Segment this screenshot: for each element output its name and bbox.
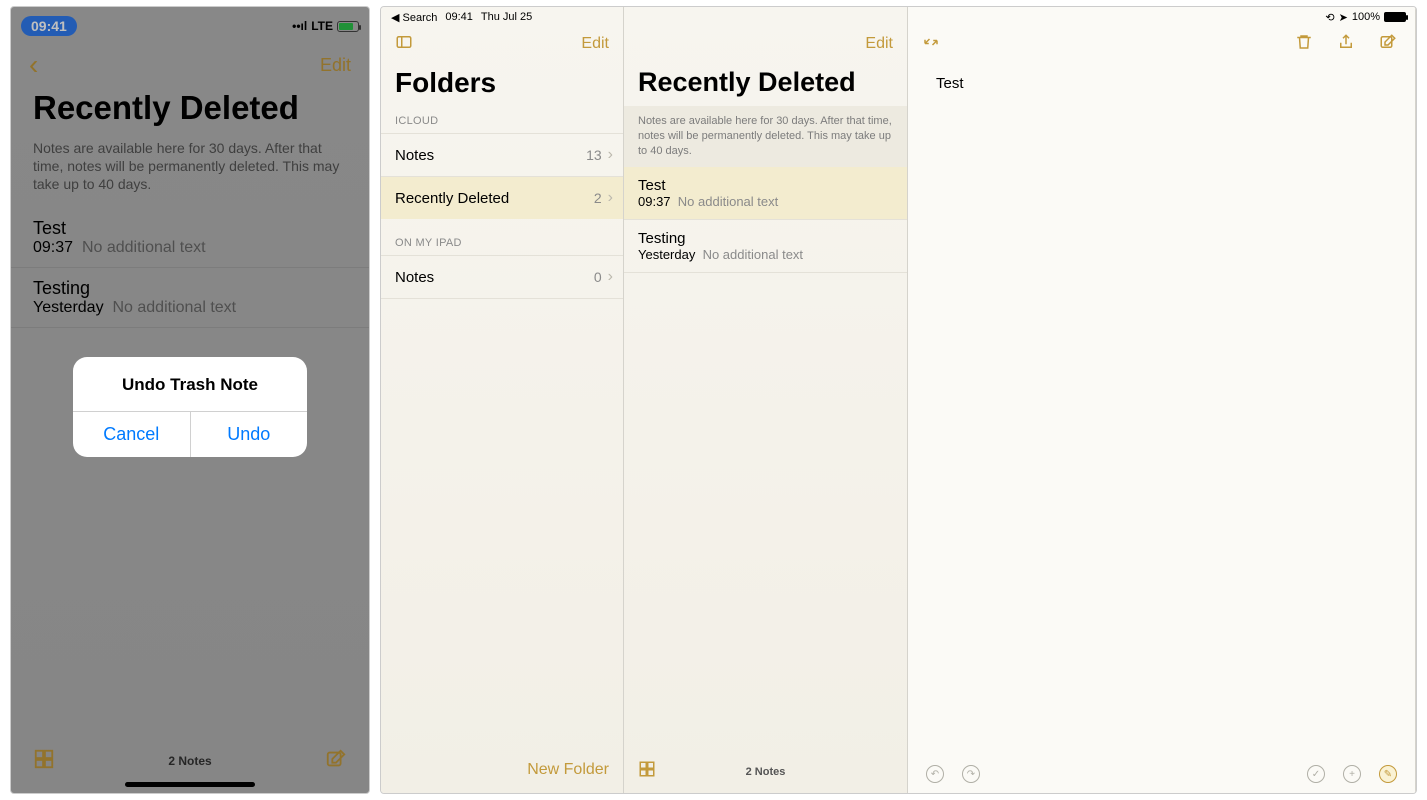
modal-title: Undo Trash Note <box>73 357 307 411</box>
note-row[interactable]: Test 09:37 No additional text <box>624 167 907 220</box>
page-title: Recently Deleted <box>11 83 369 139</box>
compose-icon[interactable] <box>325 748 347 775</box>
undo-circle-icon[interactable]: ↶ <box>926 765 944 783</box>
location-icon: ➤ <box>1339 11 1348 24</box>
cancel-button[interactable]: Cancel <box>73 412 191 457</box>
helper-text: Notes are available here for 30 days. Af… <box>11 139 369 208</box>
note-subtitle: 09:37 No additional text <box>33 239 347 257</box>
folder-count: 13 <box>586 147 602 163</box>
sync-icon: ⟲ <box>1325 11 1334 24</box>
share-icon[interactable] <box>1337 33 1355 56</box>
note-title: Test <box>638 177 893 194</box>
folder-row-notes[interactable]: Notes 13 › <box>381 133 623 176</box>
iphone-panel: 09:41 ••ıl LTE ‹ Edit Recently Deleted N… <box>10 6 370 794</box>
status-time: 09:41 <box>445 11 473 23</box>
chevron-right-icon: › <box>608 189 613 207</box>
chevron-right-icon: › <box>608 146 613 164</box>
detail-toolbar: ↶ ↷ ✓ + ✎ <box>908 755 1415 793</box>
note-item[interactable]: Testing Yesterday No additional text <box>11 268 369 328</box>
home-indicator <box>125 782 255 787</box>
back-chevron-icon[interactable]: ‹ <box>29 51 38 79</box>
new-folder-button[interactable]: New Folder <box>527 761 609 778</box>
undo-modal: Undo Trash Note Cancel Undo <box>73 357 307 457</box>
undo-button[interactable]: Undo <box>191 412 308 457</box>
expand-icon[interactable] <box>922 33 940 56</box>
note-row[interactable]: Testing Yesterday No additional text <box>624 220 907 273</box>
folder-name: Notes <box>395 269 434 286</box>
edit-button[interactable]: Edit <box>320 55 351 76</box>
folder-name: Recently Deleted <box>395 190 509 207</box>
signal-icon: ••ıl <box>292 19 307 33</box>
status-date: Thu Jul 25 <box>481 11 532 23</box>
folder-count: 0 <box>594 269 602 285</box>
section-label: ICLOUD <box>381 111 623 133</box>
note-title: Testing <box>638 230 893 247</box>
note-title: Testing <box>33 278 347 299</box>
markup-icon[interactable]: ✎ <box>1379 765 1397 783</box>
note-detail: Test ↶ ↷ ✓ + ✎ <box>908 7 1416 793</box>
ipad-panel: ◀ Search 09:41 Thu Jul 25 ⟲ ➤ 100% Edit … <box>380 6 1417 794</box>
list-edit-button[interactable]: Edit <box>865 35 893 53</box>
notes-list: Edit Recently Deleted Notes are availabl… <box>624 7 908 793</box>
phone-statusbar: 09:41 ••ıl LTE <box>11 7 369 41</box>
grid-view-icon[interactable] <box>638 760 656 783</box>
note-subtitle: Yesterday No additional text <box>33 299 347 317</box>
folders-sidebar: Edit Folders ICLOUD Notes 13 › Recently D… <box>381 7 624 793</box>
trash-icon[interactable] <box>1295 33 1313 56</box>
note-title: Test <box>33 218 347 239</box>
note-item[interactable]: Test 09:37 No additional text <box>11 208 369 268</box>
battery-icon <box>1384 12 1406 22</box>
note-count: 2 Notes <box>746 766 786 778</box>
time-pill: 09:41 <box>21 16 77 36</box>
back-to-search[interactable]: ◀ Search <box>391 11 437 24</box>
note-content[interactable]: Test <box>908 61 1415 106</box>
chevron-right-icon: › <box>608 268 613 286</box>
ipad-statusbar: ◀ Search 09:41 Thu Jul 25 ⟲ ➤ 100% <box>381 7 1416 27</box>
battery-percent: 100% <box>1352 11 1380 23</box>
add-circle-icon[interactable]: + <box>1343 765 1361 783</box>
note-count: 2 Notes <box>168 754 211 768</box>
network-label: LTE <box>311 19 333 33</box>
compose-icon[interactable] <box>1379 33 1397 56</box>
battery-icon <box>337 21 359 32</box>
checklist-icon[interactable]: ✓ <box>1307 765 1325 783</box>
section-label: ON MY IPAD <box>381 233 623 255</box>
phone-nav: ‹ Edit <box>11 41 369 83</box>
folders-edit-button[interactable]: Edit <box>581 35 609 53</box>
folder-row-recently-deleted[interactable]: Recently Deleted 2 › <box>381 176 623 219</box>
grid-view-icon[interactable] <box>33 748 55 775</box>
sidebar-toggle-icon[interactable] <box>395 33 413 56</box>
folder-row-notes-local[interactable]: Notes 0 › <box>381 255 623 299</box>
list-helper: Notes are available here for 30 days. Af… <box>624 106 907 167</box>
folder-name: Notes <box>395 147 434 164</box>
folder-count: 2 <box>594 190 602 206</box>
folders-title: Folders <box>381 61 623 111</box>
list-title: Recently Deleted <box>624 61 907 106</box>
redo-circle-icon[interactable]: ↷ <box>962 765 980 783</box>
